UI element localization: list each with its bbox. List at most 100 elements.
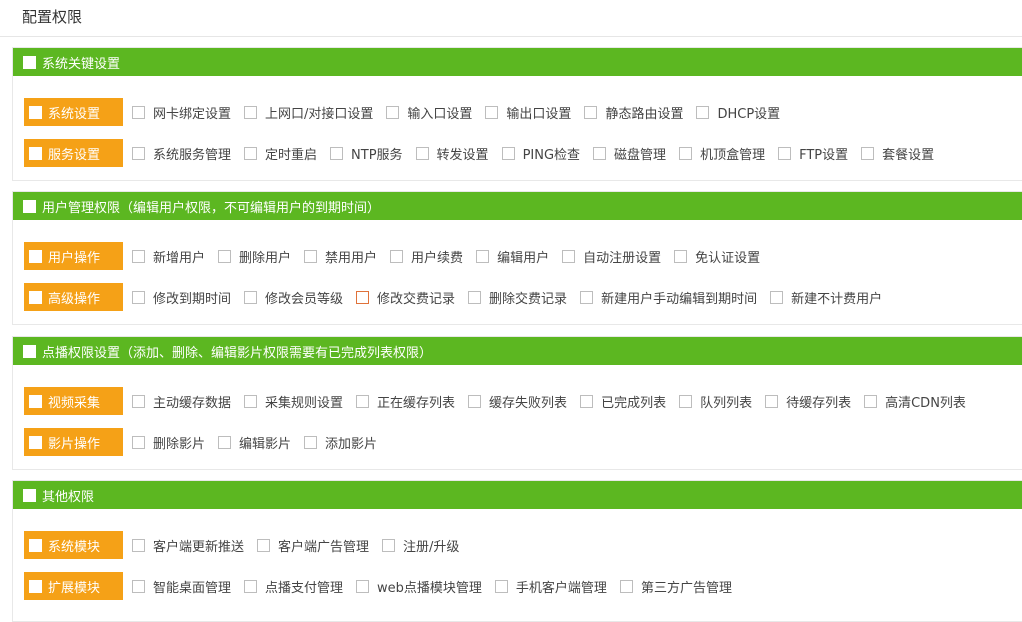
permission-item[interactable]: 输出口设置 (485, 103, 571, 122)
permission-item[interactable]: 点播支付管理 (244, 577, 343, 596)
permission-item[interactable]: 免认证设置 (674, 247, 760, 266)
permission-item[interactable]: web点播模块管理 (356, 577, 482, 596)
permission-checkbox[interactable] (257, 538, 271, 552)
permission-item[interactable]: 转发设置 (415, 144, 489, 163)
permission-item[interactable]: 编辑影片 (218, 433, 291, 452)
permission-item[interactable]: 添加影片 (304, 433, 377, 452)
permission-checkbox[interactable] (679, 146, 693, 160)
permission-checkbox[interactable] (674, 249, 688, 263)
permission-checkbox[interactable] (132, 249, 145, 263)
group-checkbox[interactable] (29, 538, 42, 552)
permission-checkbox[interactable] (765, 394, 779, 408)
permission-checkbox[interactable] (218, 249, 232, 263)
permission-item[interactable]: 手机客户端管理 (494, 577, 607, 596)
permission-checkbox[interactable] (593, 146, 607, 160)
permission-checkbox[interactable] (132, 579, 145, 593)
permission-checkbox[interactable] (468, 290, 482, 304)
permission-item[interactable]: 正在缓存列表 (356, 392, 455, 411)
section-select-all-checkbox[interactable] (23, 55, 36, 69)
section-header[interactable]: 点播权限设置（添加、删除、编辑影片权限需要有已完成列表权限） (13, 337, 1022, 365)
permission-item[interactable]: 自动注册设置 (562, 247, 661, 266)
permission-checkbox[interactable] (132, 290, 145, 304)
group-checkbox[interactable] (29, 290, 42, 304)
permission-checkbox[interactable] (494, 579, 508, 593)
permission-checkbox[interactable] (696, 105, 710, 119)
permission-checkbox[interactable] (485, 105, 499, 119)
permission-item[interactable]: 修改到期时间 (132, 288, 231, 307)
permission-checkbox[interactable] (770, 290, 784, 304)
group-button-service-settings[interactable]: 服务设置 (24, 139, 123, 167)
permission-item[interactable]: 第三方广告管理 (619, 577, 732, 596)
permission-item[interactable]: 新建不计费用户 (770, 288, 882, 307)
group-checkbox[interactable] (29, 435, 42, 449)
permission-item[interactable]: 网卡绑定设置 (132, 103, 231, 122)
permission-item[interactable]: 修改会员等级 (244, 288, 343, 307)
group-button-system-modules[interactable]: 系统模块 (24, 531, 123, 559)
permission-item[interactable]: 删除用户 (218, 247, 291, 266)
permission-checkbox[interactable] (619, 579, 633, 593)
permission-item[interactable]: 禁用用户 (304, 247, 377, 266)
permission-checkbox[interactable] (304, 435, 318, 449)
permission-item[interactable]: 系统服务管理 (132, 144, 231, 163)
permission-item[interactable]: 用户续费 (390, 247, 463, 266)
permission-checkbox[interactable] (244, 394, 258, 408)
permission-item[interactable]: DHCP设置 (696, 103, 780, 122)
permission-item[interactable]: 静态路由设置 (584, 103, 683, 122)
group-button-user-operations[interactable]: 用户操作 (24, 242, 123, 270)
permission-item[interactable]: 注册/升级 (382, 536, 459, 555)
permission-checkbox[interactable] (562, 249, 576, 263)
permission-item[interactable]: 队列列表 (679, 392, 752, 411)
permission-item[interactable]: FTP设置 (778, 144, 848, 163)
permission-item[interactable]: 删除影片 (132, 433, 205, 452)
permission-checkbox[interactable] (501, 146, 515, 160)
permission-checkbox[interactable] (218, 435, 232, 449)
permission-checkbox[interactable] (132, 435, 145, 449)
group-button-advanced-operations[interactable]: 高级操作 (24, 283, 123, 311)
group-button-video-collection[interactable]: 视频采集 (24, 387, 123, 415)
permission-checkbox[interactable] (304, 249, 318, 263)
permission-item[interactable]: 删除交费记录 (468, 288, 567, 307)
group-checkbox[interactable] (29, 394, 42, 408)
section-header[interactable]: 用户管理权限（编辑用户权限，不可编辑用户的到期时间） (13, 192, 1022, 220)
permission-item[interactable]: 套餐设置 (861, 144, 934, 163)
section-header[interactable]: 系统关键设置 (13, 48, 1022, 76)
permission-item[interactable]: 上网口/对接口设置 (244, 103, 373, 122)
permission-item[interactable]: 智能桌面管理 (132, 577, 231, 596)
permission-checkbox[interactable] (580, 394, 594, 408)
permission-item[interactable]: 已完成列表 (580, 392, 666, 411)
permission-item[interactable]: 客户端广告管理 (257, 536, 369, 555)
permission-checkbox[interactable] (244, 290, 258, 304)
permission-item[interactable]: 定时重启 (244, 144, 317, 163)
permission-item[interactable]: 修改交费记录 (356, 288, 455, 307)
permission-item[interactable]: 磁盘管理 (593, 144, 666, 163)
permission-checkbox[interactable] (244, 579, 258, 593)
permission-checkbox[interactable] (330, 146, 344, 160)
permission-item[interactable]: 采集规则设置 (244, 392, 343, 411)
permission-checkbox[interactable] (356, 394, 370, 408)
permission-item[interactable]: 主动缓存数据 (132, 392, 231, 411)
permission-checkbox[interactable] (476, 249, 490, 263)
permission-checkbox[interactable] (382, 538, 396, 552)
permission-checkbox[interactable] (132, 538, 145, 552)
permission-item[interactable]: 缓存失败列表 (468, 392, 567, 411)
group-button-movie-operations[interactable]: 影片操作 (24, 428, 123, 456)
group-checkbox[interactable] (29, 105, 42, 119)
permission-item[interactable]: 编辑用户 (476, 247, 549, 266)
permission-checkbox-focused[interactable] (356, 290, 370, 304)
group-checkbox[interactable] (29, 579, 42, 593)
permission-checkbox[interactable] (132, 146, 145, 160)
permission-item[interactable]: 客户端更新推送 (132, 536, 244, 555)
group-checkbox[interactable] (29, 146, 42, 160)
permission-checkbox[interactable] (861, 146, 875, 160)
permission-checkbox[interactable] (132, 394, 145, 408)
permission-item[interactable]: 新建用户手动编辑到期时间 (580, 288, 757, 307)
section-select-all-checkbox[interactable] (23, 488, 36, 502)
group-button-extension-modules[interactable]: 扩展模块 (24, 572, 123, 600)
permission-item[interactable]: NTP服务 (330, 144, 403, 163)
permission-checkbox[interactable] (244, 105, 258, 119)
permission-item[interactable]: 高清CDN列表 (864, 392, 966, 411)
group-button-system-settings[interactable]: 系统设置 (24, 98, 123, 126)
permission-item[interactable]: 待缓存列表 (765, 392, 851, 411)
section-select-all-checkbox[interactable] (23, 199, 36, 213)
permission-checkbox[interactable] (679, 394, 693, 408)
